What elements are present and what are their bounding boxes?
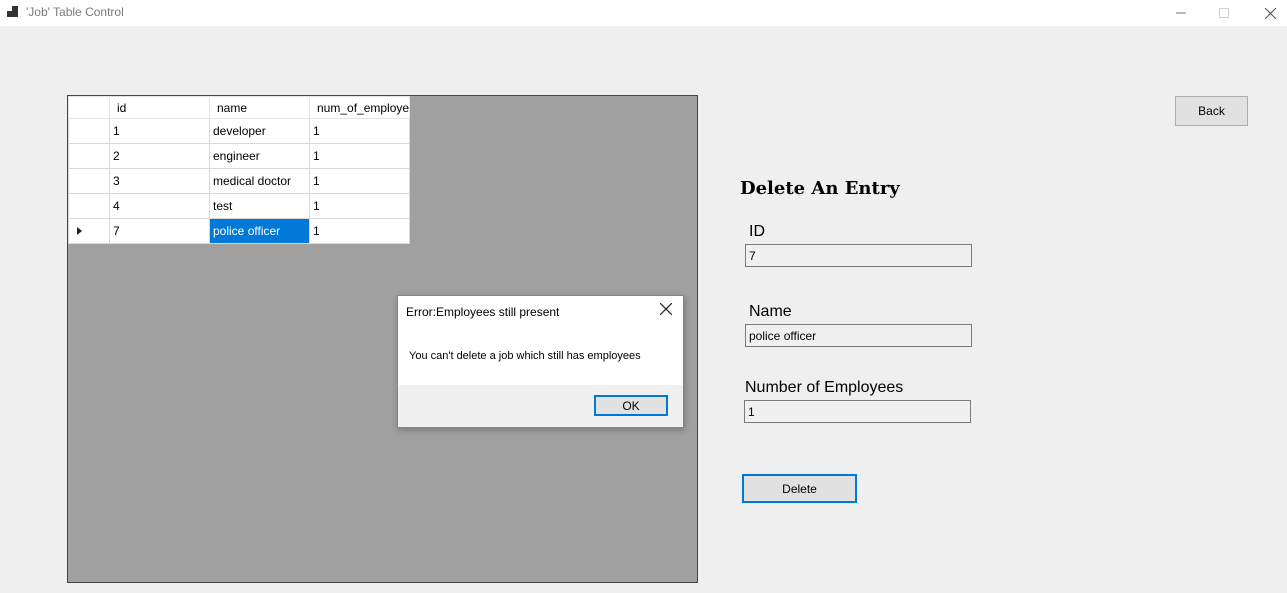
row-header[interactable]	[68, 193, 110, 219]
column-header-id[interactable]: id	[109, 96, 210, 119]
cell-num-of-employees[interactable]: 1	[309, 193, 410, 219]
window-title: 'Job' Table Control	[26, 5, 124, 19]
cell-name[interactable]: medical doctor	[209, 168, 310, 194]
current-row-arrow-icon	[77, 227, 82, 235]
table-row-current[interactable]: 7 police officer 1	[68, 218, 410, 244]
cell-id[interactable]: 4	[109, 193, 210, 219]
id-label: ID	[749, 223, 765, 240]
column-header-name[interactable]: name	[209, 96, 310, 119]
row-header[interactable]	[68, 143, 110, 169]
maximize-icon	[1219, 8, 1229, 18]
job-table: id name num_of_employe 1 developer 1 2 e…	[68, 96, 410, 244]
app-icon	[7, 6, 19, 18]
title-bar: 'Job' Table Control	[0, 0, 1287, 26]
row-header-current[interactable]	[68, 218, 110, 244]
dialog-close-button[interactable]	[659, 302, 674, 317]
grid-header-row: id name num_of_employe	[68, 96, 410, 119]
cell-id[interactable]: 1	[109, 118, 210, 144]
error-dialog: Error:Employees still present You can't …	[397, 295, 684, 428]
row-header[interactable]	[68, 168, 110, 194]
dialog-footer: OK	[398, 385, 683, 427]
dialog-message: You can't delete a job which still has e…	[409, 350, 641, 362]
cell-num-of-employees[interactable]: 1	[309, 168, 410, 194]
grid-corner-header[interactable]	[68, 96, 110, 119]
column-header-num-of-employees[interactable]: num_of_employe	[309, 96, 410, 119]
close-icon	[1264, 7, 1276, 19]
cell-num-of-employees[interactable]: 1	[309, 118, 410, 144]
cell-name[interactable]: developer	[209, 118, 310, 144]
ok-button[interactable]: OK	[594, 395, 668, 416]
cell-id[interactable]: 3	[109, 168, 210, 194]
minimize-icon	[1176, 12, 1186, 14]
back-button[interactable]: Back	[1175, 96, 1248, 126]
cell-id[interactable]: 7	[109, 218, 210, 244]
table-row[interactable]: 2 engineer 1	[68, 143, 410, 169]
dialog-title: Error:Employees still present	[406, 305, 560, 319]
id-field[interactable]	[745, 244, 972, 267]
cell-name[interactable]: test	[209, 193, 310, 219]
table-row[interactable]: 1 developer 1	[68, 118, 410, 144]
cell-num-of-employees[interactable]: 1	[309, 143, 410, 169]
num-employees-label: Number of Employees	[745, 379, 904, 396]
name-label: Name	[749, 303, 792, 320]
cell-id[interactable]: 2	[109, 143, 210, 169]
minimize-button[interactable]	[1158, 0, 1204, 26]
name-field[interactable]	[745, 324, 972, 347]
cell-num-of-employees[interactable]: 1	[309, 218, 410, 244]
cell-name-selected[interactable]: police officer	[209, 218, 310, 244]
close-window-button[interactable]	[1247, 0, 1287, 26]
close-icon	[659, 302, 673, 316]
table-row[interactable]: 3 medical doctor 1	[68, 168, 410, 194]
row-header[interactable]	[68, 118, 110, 144]
cell-name[interactable]: engineer	[209, 143, 310, 169]
maximize-button[interactable]	[1201, 0, 1247, 26]
delete-button[interactable]: Delete	[742, 474, 857, 503]
page-title: Delete An Entry	[740, 178, 900, 199]
num-employees-field[interactable]	[744, 400, 971, 423]
table-row[interactable]: 4 test 1	[68, 193, 410, 219]
